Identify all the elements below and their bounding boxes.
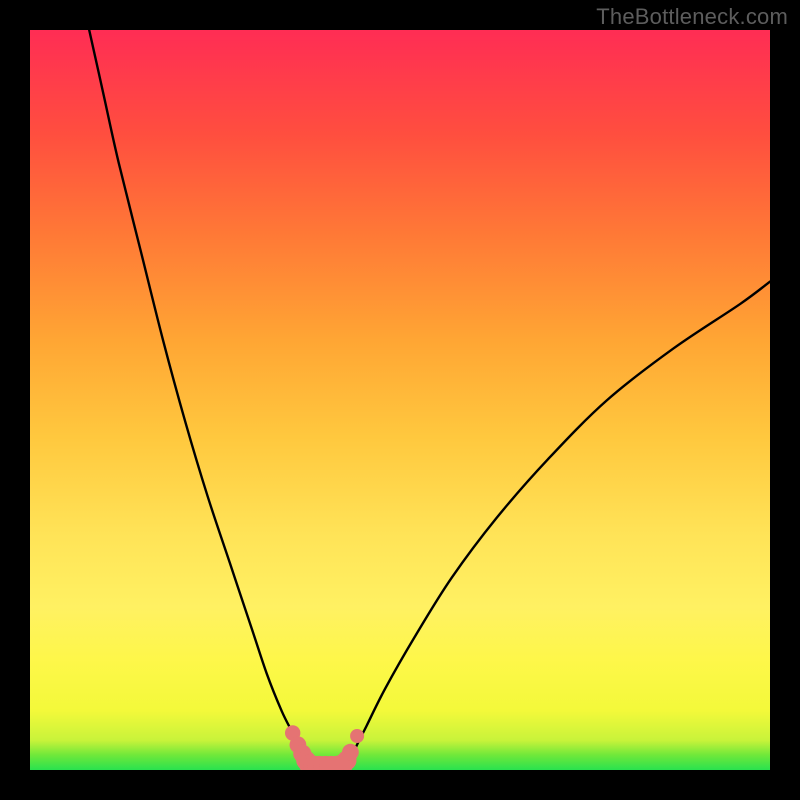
curve-layer	[30, 30, 770, 770]
series-right-branch	[347, 282, 770, 770]
attribution-label: TheBottleneck.com	[596, 4, 788, 30]
valley-marker	[350, 729, 364, 743]
valley-marker	[342, 744, 359, 761]
chart-frame: TheBottleneck.com	[0, 0, 800, 800]
bottleneck-curve	[89, 30, 770, 770]
plot-area	[30, 30, 770, 770]
series-left-branch	[89, 30, 310, 770]
valley-markers	[285, 725, 364, 770]
